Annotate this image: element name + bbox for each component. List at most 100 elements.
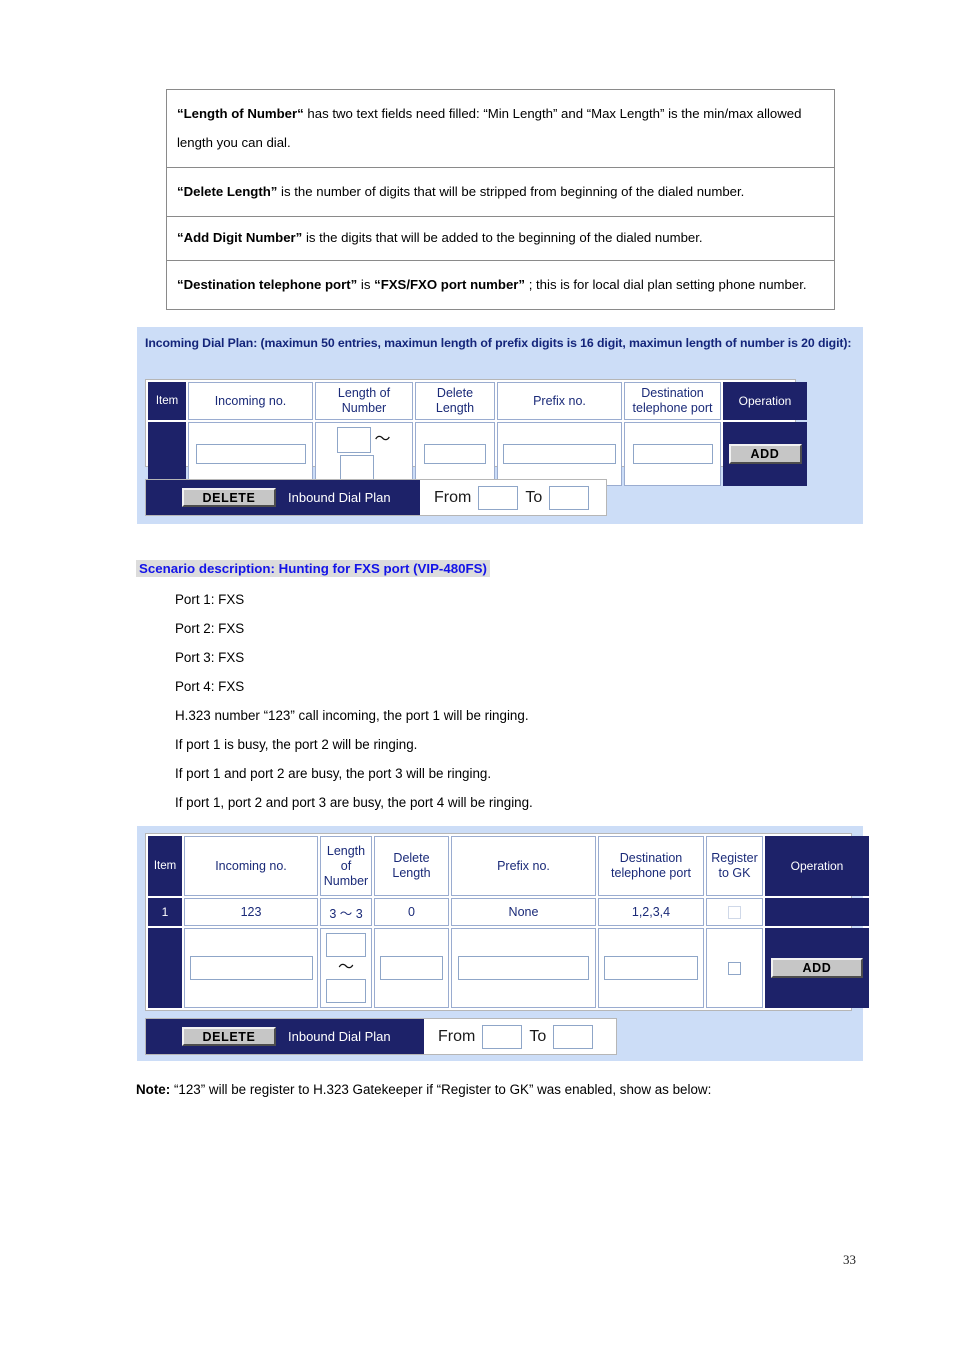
min-length-input[interactable]: [326, 933, 366, 957]
column-header-prefix-no: Prefix no.: [451, 836, 596, 896]
cell-item: 1: [148, 898, 182, 926]
column-header-delete-length: Delete Length: [374, 836, 449, 896]
destination-telephone-port-input[interactable]: [632, 444, 713, 464]
cell-incoming-no: 123: [184, 898, 318, 926]
definition-term: “Length of Number“: [177, 106, 304, 121]
incoming-dial-plan-title: Incoming Dial Plan: (maximun 50 entries,…: [145, 336, 852, 350]
from-input[interactable]: [478, 485, 519, 510]
register-to-gk-checkbox[interactable]: [728, 906, 741, 920]
column-header-destination-telephone-port: Destination telephone port: [598, 836, 704, 896]
from-input[interactable]: [482, 1024, 523, 1049]
cell-length-of-number: 3 ～ 3: [320, 898, 372, 926]
column-header-incoming-no: Incoming no.: [184, 836, 318, 896]
scenario-line-1: Port 1: FXS: [175, 592, 245, 607]
column-header-incoming-no: Incoming no.: [188, 382, 313, 420]
input-row-item-cell: [148, 928, 182, 1008]
definition-term: “Destination telephone port”: [177, 277, 358, 292]
incoming-delete-bar: DELETE Inbound Dial Plan From To: [145, 479, 607, 516]
scenario-dial-plan-table: Item Incoming no. Length of Number Delet…: [146, 834, 871, 1010]
inbound-dial-plan-label: Inbound Dial Plan: [288, 1029, 391, 1044]
add-button[interactable]: ADD: [771, 958, 863, 978]
column-header-length-of-number: Length of Number: [320, 836, 372, 896]
input-cell-prefix-no: [497, 422, 622, 486]
scenario-line-8: If port 1, port 2 and port 3 are busy, t…: [175, 795, 533, 810]
min-length-input[interactable]: [337, 427, 372, 453]
column-header-delete-length: Delete Length: [415, 382, 495, 420]
input-cell-operation: ADD: [765, 928, 869, 1008]
length-range-separator: ～: [337, 959, 354, 976]
table-input-row: ～ ADD: [148, 928, 869, 1008]
from-label: From: [438, 1027, 476, 1045]
input-cell-incoming-no: [188, 422, 313, 486]
to-label: To: [525, 488, 543, 506]
table-header-row: Item Incoming no. Length of Number Delet…: [148, 382, 807, 420]
scenario-line-2: Port 2: FXS: [175, 621, 245, 636]
definition-row-add-digit-number: “Add Digit Number” is the digits that wi…: [167, 217, 834, 261]
incoming-no-input[interactable]: [189, 956, 313, 980]
incoming-dial-plan-panel: Incoming Dial Plan: (maximun 50 entries,…: [137, 327, 863, 524]
column-header-operation: Operation: [723, 382, 807, 420]
cell-destination-telephone-port: 1,2,3,4: [598, 898, 704, 926]
cell-register-to-gk: [706, 898, 763, 926]
column-header-destination-telephone-port: Destination telephone port: [624, 382, 721, 420]
input-cell-register-to-gk: [706, 928, 763, 1008]
cell-delete-length: 0: [374, 898, 449, 926]
input-cell-incoming-no: [184, 928, 318, 1008]
column-header-length-of-number: Length of Number: [315, 382, 413, 420]
table-row: 1 123 3 ～ 3 0 None 1,2,3,4: [148, 898, 869, 926]
note-line: Note: “123” will be register to H.323 Ga…: [136, 1082, 711, 1097]
definition-term: “Delete Length”: [177, 184, 278, 199]
table-header-row: Item Incoming no. Length of Number Delet…: [148, 836, 869, 896]
scenario-description-heading: Scenario description: Hunting for FXS po…: [136, 560, 490, 577]
definition-row-length-of-number: “Length of Number“ has two text fields n…: [167, 90, 834, 168]
destination-telephone-port-input[interactable]: [604, 956, 698, 980]
scenario-dial-plan-table-container: Item Incoming no. Length of Number Delet…: [145, 833, 869, 1011]
incoming-no-input[interactable]: [195, 444, 306, 464]
column-header-prefix-no: Prefix no.: [497, 382, 622, 420]
definition-term-secondary: “FXS/FXO port number”: [374, 277, 526, 292]
input-cell-prefix-no: [451, 928, 596, 1008]
scenario-line-7: If port 1 and port 2 are busy, the port …: [175, 766, 492, 781]
delete-length-input[interactable]: [424, 444, 486, 464]
input-cell-delete-length: [415, 422, 495, 486]
cell-operation: [765, 898, 869, 926]
definition-text: is: [357, 277, 375, 292]
incoming-delete-bar-left: DELETE Inbound Dial Plan: [146, 480, 420, 515]
note-prefix: Note:: [136, 1082, 171, 1097]
input-row-item-cell: [148, 422, 186, 486]
page-number: 33: [843, 1252, 856, 1267]
definition-text: ; this is for local dial plan setting ph…: [525, 277, 807, 292]
input-cell-delete-length: [374, 928, 449, 1008]
prefix-no-input[interactable]: [458, 956, 589, 980]
table-input-row: ～ ADD: [148, 422, 807, 486]
prefix-no-input[interactable]: [503, 444, 616, 464]
to-input[interactable]: [553, 1024, 594, 1049]
note-text: “123” will be register to H.323 Gatekeep…: [170, 1082, 712, 1097]
to-label: To: [529, 1027, 547, 1045]
definition-text: is the digits that will be added to the …: [302, 230, 703, 245]
scenario-delete-bar: DELETE Inbound Dial Plan From To: [145, 1018, 617, 1055]
register-to-gk-checkbox[interactable]: [728, 962, 741, 976]
max-length-input[interactable]: [326, 979, 366, 1003]
inbound-dial-plan-label: Inbound Dial Plan: [288, 490, 391, 505]
column-header-item: Item: [148, 836, 182, 896]
cell-prefix-no: None: [451, 898, 596, 926]
definition-row-destination-telephone-port: “Destination telephone port” is “FXS/FXO…: [167, 261, 834, 309]
column-header-item: Item: [148, 382, 186, 420]
max-length-input[interactable]: [340, 455, 374, 481]
input-cell-length-of-number: ～: [320, 928, 372, 1008]
to-input[interactable]: [549, 485, 590, 510]
delete-button[interactable]: DELETE: [182, 1027, 276, 1046]
delete-button[interactable]: DELETE: [182, 488, 276, 507]
from-label: From: [434, 488, 472, 506]
delete-length-input[interactable]: [380, 956, 443, 980]
add-button[interactable]: ADD: [728, 444, 802, 464]
scenario-delete-bar-left: DELETE Inbound Dial Plan: [146, 1019, 424, 1054]
column-header-operation: Operation: [765, 836, 869, 896]
input-cell-length-of-number: ～: [315, 422, 413, 486]
incoming-dial-plan-table-container: Item Incoming no. Length of Number Delet…: [145, 379, 807, 486]
scenario-line-4: Port 4: FXS: [175, 679, 245, 694]
scenario-line-3: Port 3: FXS: [175, 650, 245, 665]
definitions-box: “Length of Number“ has two text fields n…: [166, 89, 835, 310]
input-cell-operation: ADD: [723, 422, 807, 486]
